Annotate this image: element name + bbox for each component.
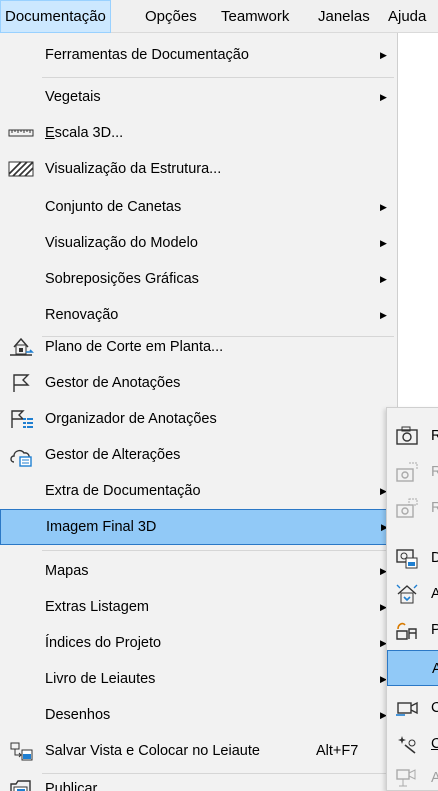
camera-frame-icon xyxy=(395,497,419,519)
hatch-pattern-icon xyxy=(8,157,34,181)
menu-item-gestor-alteracoes[interactable]: Gestor de Alterações xyxy=(0,437,398,473)
submenu-item-label: P xyxy=(431,622,438,638)
menu-item-label: Publicar... xyxy=(45,781,109,791)
submenu-arrow-icon: ▶ xyxy=(380,238,387,248)
menu-item-label: Visualização da Estrutura... xyxy=(45,161,222,177)
submenu-arrow-icon: ▶ xyxy=(380,50,387,60)
submenu-arrow-icon: ▶ xyxy=(380,310,387,320)
submenu-item-6[interactable]: P xyxy=(387,612,438,648)
menu-item-label: Visualização do Modelo xyxy=(45,235,198,251)
menubar-teamwork[interactable]: Teamwork xyxy=(221,0,289,33)
submenu-item-label: R xyxy=(431,500,438,516)
submenu-item-label: C xyxy=(431,700,438,716)
cut-plane-icon xyxy=(8,335,34,359)
cloud-change-icon xyxy=(8,443,34,467)
documentacao-menu: Ferramentas de Documentação ▶ Vegetais ▶… xyxy=(0,33,398,791)
menu-item-plano-corte[interactable]: Plano de Corte em Planta... xyxy=(0,329,398,365)
flag-icon xyxy=(8,371,34,395)
imagem-final-3d-submenu: R R R D A P A C C A xyxy=(386,407,438,791)
menu-item-label: Vegetais xyxy=(45,89,101,105)
menu-item-label: Livro de Leiautes xyxy=(45,671,156,687)
camera-icon xyxy=(395,425,419,447)
submenu-arrow-icon: ▶ xyxy=(380,92,387,102)
submenu-arrow-icon: ▶ xyxy=(380,202,387,212)
submenu-item-label: R xyxy=(431,464,438,480)
submenu-item-label: A xyxy=(431,770,438,786)
menu-item-extra-documentacao[interactable]: Extra de Documentação ▶ xyxy=(0,473,398,509)
menu-item-label: Mapas xyxy=(45,563,89,579)
submenu-item-1[interactable]: R xyxy=(387,418,438,454)
house-light-icon xyxy=(395,583,419,605)
paint-icon xyxy=(395,619,419,641)
menu-item-label: Desenhos xyxy=(45,707,111,723)
menu-item-sobreposicoes-graficas[interactable]: Sobreposições Gráficas ▶ xyxy=(0,261,398,297)
menubar-documentacao[interactable]: Documentação xyxy=(0,0,111,33)
separator xyxy=(42,77,394,78)
render-settings-icon xyxy=(395,547,419,569)
menu-item-publicar[interactable]: Publicar... xyxy=(0,771,398,791)
menu-item-label: Salvar Vista e Colocar no Leiaute xyxy=(45,743,260,759)
menubar-janelas[interactable]: Janelas xyxy=(318,0,370,33)
submenu-item-label: A xyxy=(431,586,438,602)
menu-item-label: Gestor de Anotações xyxy=(45,375,181,391)
menu-bar: Documentação Opções Teamwork Janelas Aju… xyxy=(0,0,438,33)
submenu-item-7[interactable]: A xyxy=(387,650,438,686)
menubar-ajuda[interactable]: Ajuda xyxy=(388,0,426,33)
ruler-icon xyxy=(8,121,34,145)
menu-item-visualizacao-estrutura[interactable]: Visualização da Estrutura... xyxy=(0,151,398,187)
menu-item-organizador-anotacoes[interactable]: Organizador de Anotações xyxy=(0,401,398,437)
menu-item-label: Extras Listagem xyxy=(45,599,149,615)
menu-item-label: Organizador de Anotações xyxy=(45,411,217,427)
menu-item-visualizacao-modelo[interactable]: Visualização do Modelo ▶ xyxy=(0,225,398,261)
menubar-opcoes[interactable]: Opções xyxy=(145,0,197,33)
submenu-arrow-icon: ▶ xyxy=(380,274,387,284)
submenu-item-label: D xyxy=(431,550,438,566)
submenu-item-label: C xyxy=(431,736,438,752)
magic-icon xyxy=(395,733,419,755)
camera-region-icon xyxy=(395,461,419,483)
submenu-item-10[interactable]: A xyxy=(387,760,438,791)
flag-list-icon xyxy=(8,407,34,431)
submenu-item-8[interactable]: C xyxy=(387,690,438,726)
menu-item-label: Gestor de Alterações xyxy=(45,447,181,463)
menu-item-ferramentas-documentacao[interactable]: Ferramentas de Documentação ▶ xyxy=(0,37,398,73)
menu-item-gestor-anotacoes[interactable]: Gestor de Anotações xyxy=(0,365,398,401)
menu-item-label: Ferramentas de Documentação xyxy=(45,47,249,63)
menu-item-imagem-final-3d[interactable]: Imagem Final 3D ▶ xyxy=(0,509,398,545)
shortcut-label: Alt+F7 xyxy=(316,743,359,759)
menu-item-mapas[interactable]: Mapas ▶ xyxy=(0,553,398,589)
render-disabled-icon xyxy=(395,767,419,789)
video-camera-icon xyxy=(395,697,419,719)
save-view-icon xyxy=(8,739,34,763)
menu-item-label: Plano de Corte em Planta... xyxy=(45,339,224,355)
menu-item-label: Renovação xyxy=(45,307,119,323)
submenu-item-5[interactable]: A xyxy=(387,576,438,612)
menu-item-label: Imagem Final 3D xyxy=(46,519,157,535)
menu-item-indices-projeto[interactable]: Índices do Projeto ▶ xyxy=(0,625,398,661)
submenu-item-4[interactable]: D xyxy=(387,540,438,576)
submenu-item-label: A xyxy=(432,661,438,677)
submenu-item-3[interactable]: R xyxy=(387,490,438,526)
menu-item-label: Escala 3D... xyxy=(45,125,124,141)
menu-item-conjunto-canetas[interactable]: Conjunto de Canetas ▶ xyxy=(0,189,398,225)
menu-item-label: Conjunto de Canetas xyxy=(45,199,182,215)
publish-icon xyxy=(8,777,34,791)
menu-item-livro-leiautes[interactable]: Livro de Leiautes ▶ xyxy=(0,661,398,697)
menu-item-escala-3d[interactable]: Escala 3D... xyxy=(0,115,398,151)
menu-item-extras-listagem[interactable]: Extras Listagem ▶ xyxy=(0,589,398,625)
submenu-item-label: R xyxy=(431,428,438,444)
menu-item-label: Extra de Documentação xyxy=(45,483,201,499)
submenu-item-9[interactable]: C xyxy=(387,726,438,762)
menu-item-vegetais[interactable]: Vegetais ▶ xyxy=(0,79,398,115)
separator xyxy=(42,550,394,551)
menu-item-renovacao[interactable]: Renovação ▶ xyxy=(0,297,398,333)
menu-item-label: Sobreposições Gráficas xyxy=(45,271,199,287)
menu-item-desenhos[interactable]: Desenhos ▶ xyxy=(0,697,398,733)
submenu-item-2[interactable]: R xyxy=(387,454,438,490)
menu-item-label: Índices do Projeto xyxy=(45,635,162,651)
menu-item-salvar-vista[interactable]: Salvar Vista e Colocar no Leiaute Alt+F7 xyxy=(0,733,398,769)
